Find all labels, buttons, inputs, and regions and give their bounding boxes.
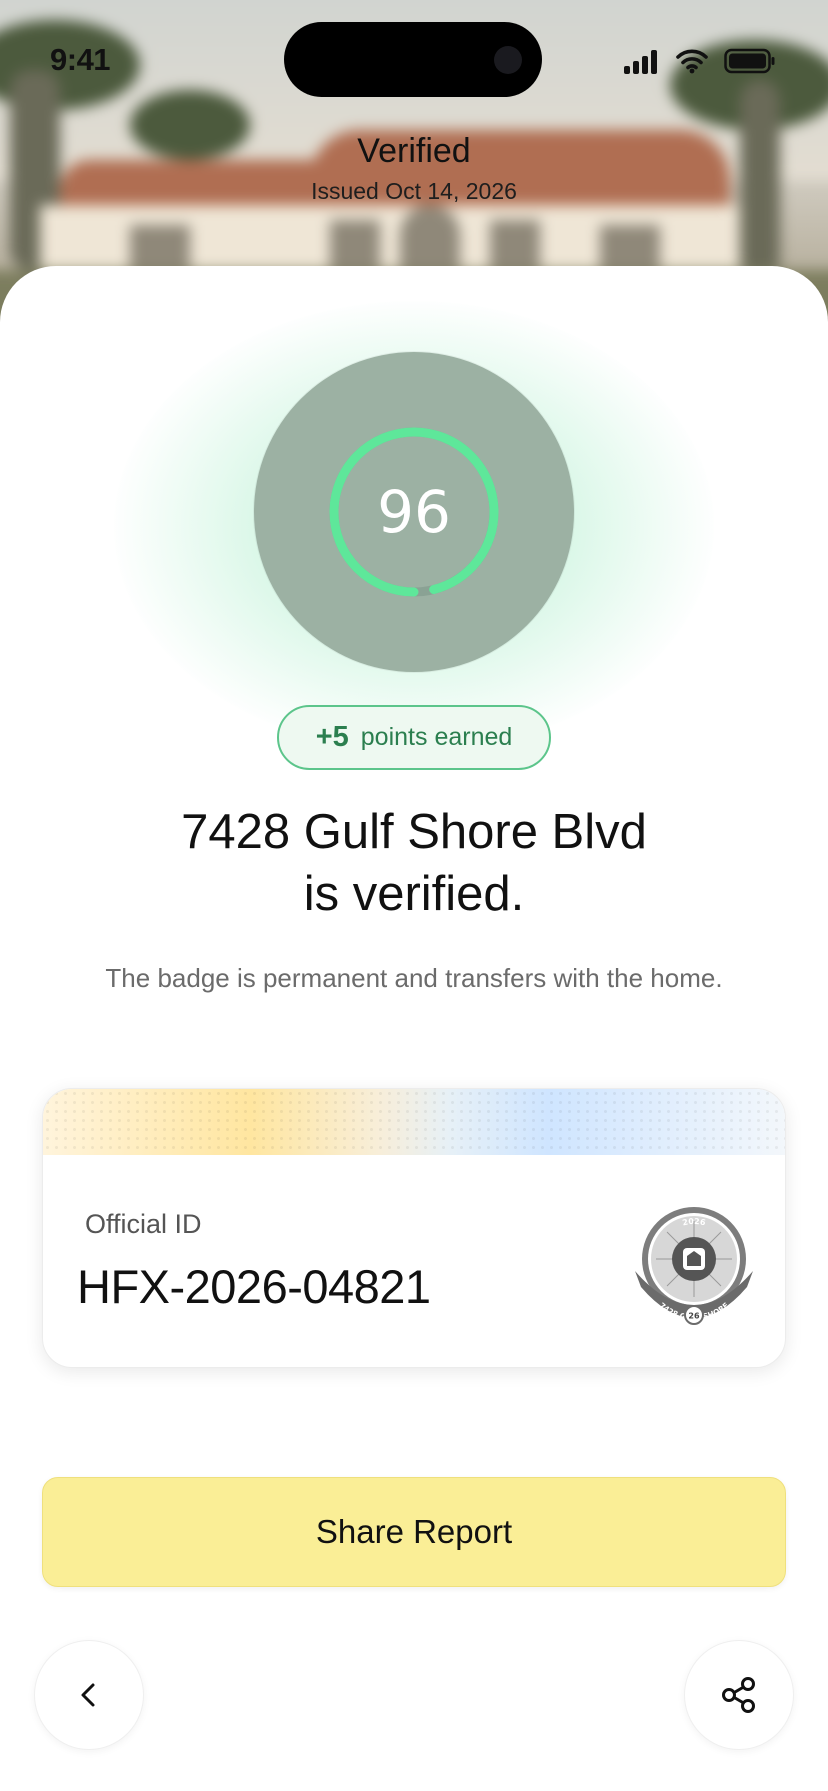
share-button[interactable] (684, 1640, 794, 1750)
status-bar: 9:41 (0, 0, 828, 120)
status-time: 9:41 (50, 42, 111, 77)
share-report-button[interactable]: Share Report (42, 1477, 786, 1587)
badge-description: The badge is permanent and transfers wit… (105, 963, 723, 993)
page-title: Verified (357, 132, 471, 170)
content-sheet: 96 +5 points earned 7428 Gulf Shore Blvd… (0, 266, 828, 1791)
dynamic-island (284, 22, 542, 97)
official-id-card: Official ID HFX-2026-04821 2026 7428 GUL (42, 1088, 786, 1368)
cellular-signal-icon (624, 50, 660, 74)
verification-headline: 7428 Gulf Shore Blvd is verified. (0, 801, 828, 925)
battery-icon (724, 48, 775, 74)
points-earned-badge: +5 points earned (277, 705, 551, 770)
back-button[interactable] (34, 1640, 144, 1750)
points-amount: +5 (315, 721, 349, 753)
points-label: points earned (360, 723, 513, 751)
share-nodes-icon (722, 1677, 755, 1713)
score-value: 96 (377, 478, 451, 546)
certified-seal-icon: 2026 7428 GULF SHORE 26 (635, 1207, 753, 1325)
score-badge: 96 (254, 352, 574, 672)
address-line: 7428 Gulf Shore Blvd (181, 805, 647, 859)
wifi-icon (676, 49, 708, 74)
verified-line: is verified. (303, 867, 525, 921)
official-id-value: HFX-2026-04821 (77, 1260, 431, 1313)
seal-year-badge: 26 (688, 1312, 700, 1321)
card-pattern-strip (43, 1089, 785, 1155)
chevron-left-icon (81, 1683, 95, 1707)
issued-date: Issued Oct 14, 2026 (311, 178, 517, 204)
official-id-label: Official ID (85, 1209, 202, 1239)
